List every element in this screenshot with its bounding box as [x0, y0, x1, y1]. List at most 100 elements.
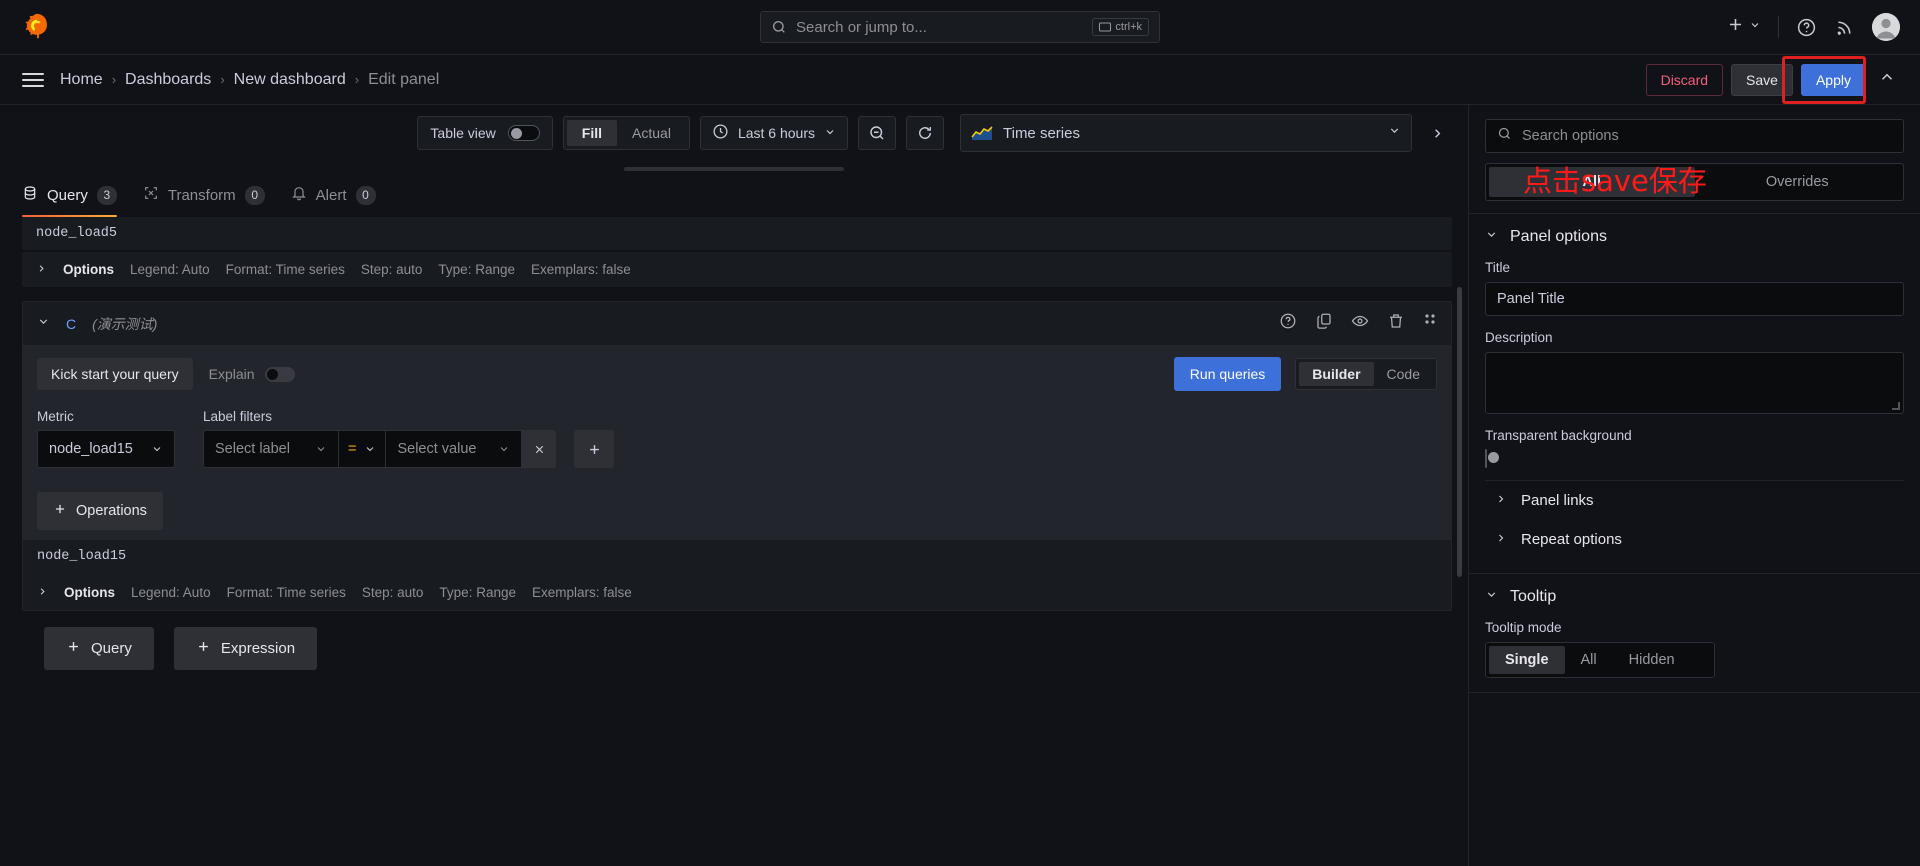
code-option[interactable]: Code: [1374, 362, 1433, 386]
transparent-background-label: Transparent background: [1485, 428, 1904, 443]
tooltip-mode-single[interactable]: Single: [1489, 646, 1565, 674]
tab-query-count: 3: [97, 186, 117, 205]
select-value-placeholder: Select value: [397, 441, 488, 457]
grafana-logo-icon[interactable]: [20, 10, 54, 44]
chevron-down-icon: [1749, 18, 1761, 36]
search-input[interactable]: Search or jump to... ctrl+k: [760, 11, 1160, 43]
options-search-input[interactable]: Search options: [1485, 119, 1904, 153]
tab-transform-label: Transform: [168, 187, 236, 204]
add-new-button[interactable]: [1726, 15, 1761, 39]
tooltip-header[interactable]: Tooltip: [1485, 588, 1904, 606]
panel-description-field: Description: [1485, 330, 1904, 414]
transparent-background-switch[interactable]: [1485, 449, 1487, 468]
query-list-scrollbar[interactable]: [1457, 287, 1462, 577]
breadcrumb-item-home[interactable]: Home: [60, 71, 103, 89]
label-filters-field: Label filters Select label =: [203, 409, 614, 468]
apply-button[interactable]: Apply: [1801, 64, 1866, 96]
zoom-out-button[interactable]: [858, 116, 896, 150]
query-ref-id[interactable]: C: [66, 316, 76, 332]
panel-options-title: Panel options: [1510, 228, 1607, 246]
shortcut-text: ctrl+k: [1115, 21, 1142, 33]
panel-options-section: Panel options Title Panel Title Descript…: [1469, 214, 1920, 574]
drag-handle-icon[interactable]: [1423, 312, 1437, 335]
metric-select[interactable]: node_load15: [37, 430, 175, 468]
option-format: Format: Time series: [227, 585, 346, 600]
remove-filter-button[interactable]: [522, 430, 556, 468]
add-expression-button[interactable]: Expression: [174, 627, 317, 670]
breadcrumb-item-dashboards[interactable]: Dashboards: [125, 71, 211, 89]
add-filter-button[interactable]: [574, 430, 614, 468]
save-button[interactable]: Save: [1731, 64, 1793, 96]
tab-query[interactable]: Query 3: [22, 173, 117, 217]
tooltip-mode-all[interactable]: All: [1565, 646, 1613, 674]
table-view-toggle[interactable]: Table view: [417, 116, 552, 150]
resize-grip-icon[interactable]: [1892, 402, 1900, 410]
kick-start-query-button[interactable]: Kick start your query: [37, 358, 193, 390]
select-label-dropdown[interactable]: Select label: [203, 430, 339, 468]
time-range-picker[interactable]: Last 6 hours: [700, 116, 848, 150]
divider: [1778, 16, 1779, 38]
previous-query-options-row[interactable]: Options Legend: Auto Format: Time series…: [22, 252, 1452, 287]
global-search[interactable]: Search or jump to... ctrl+k: [760, 11, 1160, 43]
table-view-switch[interactable]: [508, 125, 540, 141]
chevron-down-icon[interactable]: [1388, 124, 1401, 142]
visualization-picker[interactable]: Time series: [960, 114, 1412, 152]
query-c-body: Kick start your query Explain Run querie…: [23, 345, 1451, 540]
panel-title-field: Title Panel Title: [1485, 260, 1904, 316]
expand-viz-list-button[interactable]: [1422, 126, 1452, 141]
add-operations-button[interactable]: Operations: [37, 492, 163, 530]
options-sections: Panel options Title Panel Title Descript…: [1469, 213, 1920, 866]
panel-title-input[interactable]: Panel Title: [1485, 282, 1904, 316]
tooltip-mode-field: Tooltip mode Single All Hidden: [1485, 620, 1904, 678]
current-query-options-row[interactable]: Options Legend: Auto Format: Time series…: [23, 575, 1451, 610]
query-list: node_load5 Options Legend: Auto Format: …: [0, 217, 1468, 866]
explain-toggle[interactable]: Explain: [209, 366, 295, 382]
query-builder: Metric node_load15 Label filters: [23, 403, 1451, 482]
tab-alert[interactable]: Alert 0: [291, 173, 376, 217]
rss-icon[interactable]: [1834, 17, 1855, 38]
filter-tab-overrides[interactable]: Overrides: [1695, 167, 1901, 197]
fill-actual-segment[interactable]: Fill Actual: [563, 116, 690, 150]
operator-dropdown[interactable]: =: [339, 430, 386, 468]
hamburger-menu-icon[interactable]: [20, 69, 46, 91]
chevron-down-icon[interactable]: [37, 315, 50, 333]
actual-option[interactable]: Actual: [617, 120, 686, 146]
help-circle-icon[interactable]: [1796, 17, 1817, 38]
metric-label: Metric: [37, 409, 175, 424]
metric-value: node_load15: [49, 441, 141, 457]
tooltip-mode-segment[interactable]: Single All Hidden: [1485, 642, 1715, 678]
operator-value: =: [348, 441, 356, 457]
collapse-options-button[interactable]: [1874, 68, 1900, 91]
help-circle-icon[interactable]: [1279, 312, 1297, 335]
panel-links-row[interactable]: Panel links: [1485, 481, 1904, 520]
breadcrumb-separator: ›: [112, 72, 116, 87]
select-value-dropdown[interactable]: Select value: [386, 430, 522, 468]
user-avatar[interactable]: [1872, 13, 1900, 41]
clock-icon: [712, 123, 729, 143]
chevron-right-icon: [37, 585, 48, 600]
repeat-options-row[interactable]: Repeat options: [1485, 520, 1904, 559]
explain-switch[interactable]: [265, 367, 295, 382]
trash-icon[interactable]: [1387, 312, 1405, 335]
builder-option[interactable]: Builder: [1299, 362, 1373, 386]
breadcrumb-item-new-dashboard[interactable]: New dashboard: [234, 71, 346, 89]
run-queries-button[interactable]: Run queries: [1174, 357, 1282, 391]
panel-edit-actions: Discard Save Apply: [1646, 64, 1900, 96]
tooltip-mode-hidden[interactable]: Hidden: [1613, 646, 1691, 674]
tab-query-label: Query: [47, 187, 88, 204]
copy-icon[interactable]: [1315, 312, 1333, 335]
tab-transform[interactable]: Transform 0: [143, 173, 265, 217]
panel-options-header[interactable]: Panel options: [1485, 228, 1904, 246]
search-placeholder: Search or jump to...: [796, 19, 1083, 36]
query-alias: (演示测试): [92, 314, 157, 334]
breadcrumb: Home › Dashboards › New dashboard › Edit…: [60, 71, 439, 89]
fill-option[interactable]: Fill: [567, 120, 617, 146]
tooltip-section: Tooltip Tooltip mode Single All Hidden: [1469, 574, 1920, 693]
add-query-button[interactable]: Query: [44, 627, 154, 670]
panel-description-textarea[interactable]: [1485, 352, 1904, 414]
eye-icon[interactable]: [1351, 312, 1369, 335]
discard-button[interactable]: Discard: [1646, 64, 1723, 96]
refresh-button[interactable]: [906, 116, 944, 150]
builder-code-segment[interactable]: Builder Code: [1295, 358, 1437, 390]
time-range-label: Last 6 hours: [738, 125, 815, 141]
